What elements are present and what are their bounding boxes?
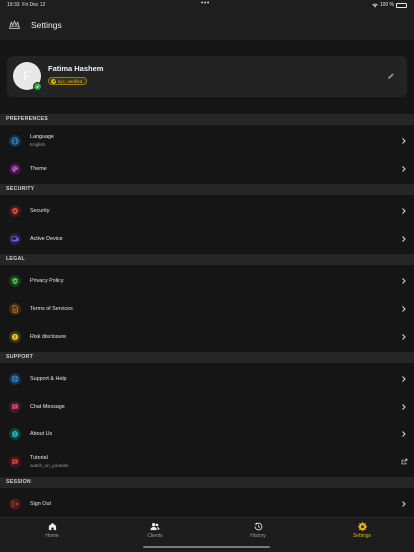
status-time-text: 19:33 (7, 2, 20, 8)
kyc-status-text: kyc_verified (58, 78, 83, 84)
settings-item-security[interactable]: Security (0, 197, 414, 224)
chevron-right-icon (402, 431, 406, 437)
app-bar: Settings (0, 11, 414, 40)
support-help-label: Support & Help (30, 376, 67, 382)
devices-icon (9, 233, 21, 245)
settings-item-chat-message[interactable]: Chat Message (0, 393, 414, 420)
page-title: Settings (31, 20, 62, 30)
chevron-right-icon (402, 501, 406, 507)
tab-history[interactable]: History (228, 522, 288, 544)
status-time: 19:33 Fri Dec 12 (7, 2, 45, 8)
tab-clients-label: Clients (147, 533, 163, 539)
gear-icon (357, 522, 367, 531)
clients-icon (150, 522, 160, 531)
status-right: 100 % (372, 2, 407, 8)
tab-clients[interactable]: Clients (125, 522, 185, 544)
globe-icon (9, 135, 21, 147)
language-label: Language (30, 134, 54, 140)
settings-item-privacy-policy[interactable]: Privacy Policy (0, 267, 414, 294)
theme-label: Theme (30, 166, 47, 172)
wifi-icon (372, 3, 378, 7)
status-bar: 19:33 Fri Dec 12 ••• 100 % (0, 0, 414, 11)
profile-name: Fatima Hashem (48, 64, 104, 73)
home-indicator (143, 546, 270, 548)
tutorial-label: Tutorial (30, 455, 48, 461)
section-header-support: SUPPORT (0, 352, 414, 363)
chat-message-label: Chat Message (30, 404, 65, 410)
lifebuoy-icon (9, 373, 21, 385)
multitasking-dots[interactable]: ••• (201, 0, 210, 8)
chat-bubble-icon (9, 401, 21, 413)
settings-item-about-us[interactable]: About Us (0, 420, 414, 447)
status-date: Fri Dec 12 (22, 2, 46, 8)
settings-item-sign-out[interactable]: Sign Out (0, 490, 414, 517)
privacy-policy-label: Privacy Policy (30, 278, 64, 284)
settings-item-language[interactable]: Language English (0, 127, 414, 154)
tab-settings[interactable]: Settings (332, 522, 392, 544)
profile-card[interactable]: F Fatima Hashem kyc_verified (7, 56, 407, 97)
settings-item-theme[interactable]: Theme (0, 155, 414, 182)
history-icon (254, 522, 262, 531)
chevron-right-icon (402, 306, 406, 312)
chevron-right-icon (402, 236, 406, 242)
tab-home-label: Home (45, 533, 59, 539)
section-header-session: SESSION (0, 477, 414, 488)
terms-label: Terms of Services (30, 306, 73, 312)
tab-home[interactable]: Home (22, 522, 82, 544)
settings-item-terms[interactable]: Terms of Services (0, 295, 414, 322)
video-chat-icon (9, 456, 21, 468)
edit-pencil-icon[interactable] (386, 71, 396, 81)
battery-percent: 100 % (379, 2, 394, 8)
tab-history-label: History (250, 533, 266, 539)
chevron-right-icon (402, 404, 406, 410)
chevron-right-icon (402, 208, 406, 214)
section-header-legal: LEGAL (0, 254, 414, 265)
logout-icon (9, 498, 21, 510)
privacy-shield-icon (9, 275, 21, 287)
document-icon (9, 303, 21, 315)
verified-check-icon (33, 82, 42, 91)
warning-icon (9, 331, 21, 343)
home-icon (48, 522, 56, 531)
risk-disclosure-label: Risk disclosure (30, 334, 67, 340)
section-header-preferences: PREFERENCES (0, 114, 414, 125)
tab-settings-label: Settings (352, 533, 372, 539)
settings-item-support-help[interactable]: Support & Help (0, 365, 414, 392)
sign-out-label: Sign Out (30, 501, 51, 507)
about-us-label: About Us (30, 431, 53, 437)
info-bubble-icon (9, 428, 21, 440)
chevron-right-icon (402, 278, 406, 284)
tutorial-value: watch_on_youtube (30, 463, 69, 468)
chevron-right-icon (402, 334, 406, 340)
kyc-status-badge: kyc_verified (48, 77, 88, 85)
section-header-security: SECURITY (0, 184, 414, 195)
settings-item-tutorial[interactable]: Tutorial watch_on_youtube (0, 448, 414, 475)
chevron-right-icon (402, 376, 406, 382)
chevron-right-icon (402, 138, 406, 144)
settings-item-risk-disclosure[interactable]: Risk disclosure (0, 323, 414, 350)
security-label: Security (30, 208, 50, 214)
settings-item-active-device[interactable]: Active Device (0, 225, 414, 252)
open-external-icon (401, 458, 408, 465)
language-value: English (30, 142, 46, 147)
shield-icon (9, 205, 21, 217)
app-logo-icon (9, 20, 20, 29)
check-circle-icon (51, 78, 56, 84)
active-device-label: Active Device (30, 236, 63, 242)
chevron-right-icon (402, 166, 406, 172)
battery-icon (396, 2, 407, 8)
palette-icon (9, 163, 21, 175)
avatar-initial: F (23, 69, 31, 83)
avatar[interactable]: F (13, 62, 42, 91)
